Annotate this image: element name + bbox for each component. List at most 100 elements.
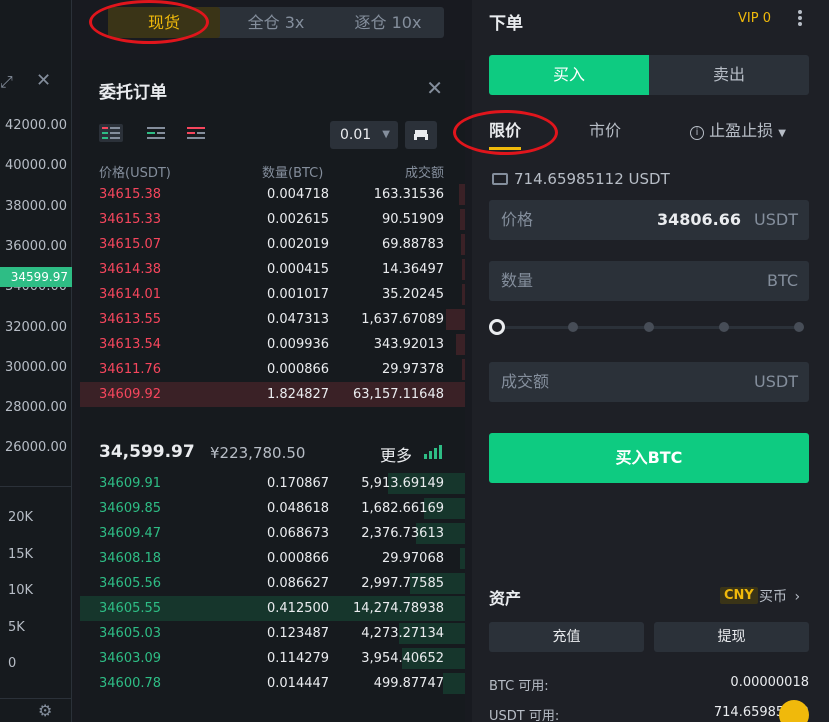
ask-total: 29.97378: [381, 362, 444, 377]
more-vertical-icon[interactable]: [797, 8, 803, 30]
help-bubble-icon[interactable]: [779, 700, 809, 722]
ask-row[interactable]: 34615.33 0.002615 90.51909: [80, 207, 465, 232]
view-asks-icon[interactable]: [184, 124, 208, 142]
bid-price: 34605.55: [99, 601, 162, 616]
ask-amount: 0.047313: [267, 312, 330, 327]
ask-total: 35.20245: [381, 287, 444, 302]
tick-size-value: 0.01: [340, 127, 372, 143]
ask-row[interactable]: 34614.01 0.001017 35.20245: [80, 282, 465, 307]
bid-row[interactable]: 34608.18 0.000866 29.97068: [80, 546, 465, 571]
view-both-icon[interactable]: [99, 124, 123, 142]
ask-amount: 0.000866: [267, 362, 330, 377]
slider-handle[interactable]: [489, 319, 505, 335]
ask-row[interactable]: 34611.76 0.000866 29.97378: [80, 357, 465, 382]
ask-amount: 0.002019: [267, 237, 330, 252]
more-link[interactable]: 更多: [380, 442, 412, 466]
depth-bar: [462, 259, 465, 280]
ask-price: 34613.55: [99, 312, 162, 327]
price-field[interactable]: 价格 34806.66 USDT: [489, 200, 809, 240]
slider-step-75[interactable]: [719, 322, 729, 332]
slider-step-25[interactable]: [568, 322, 578, 332]
price-tick: 30000.00: [4, 359, 67, 375]
depth-bar: [445, 309, 465, 330]
bid-row[interactable]: 34609.47 0.068673 2,376.73613: [80, 521, 465, 546]
tab-cross-margin[interactable]: 全仓 3x: [220, 7, 332, 38]
expand-icon[interactable]: ⤢: [0, 72, 13, 92]
bid-row[interactable]: 34609.85 0.048618 1,682.66169: [80, 496, 465, 521]
view-bids-icon[interactable]: [144, 124, 168, 142]
depth-bar: [460, 209, 465, 230]
bid-price: 34609.91: [99, 476, 162, 491]
deposit-button[interactable]: 充值: [489, 622, 644, 652]
price-unit: USDT: [754, 210, 798, 229]
ask-row[interactable]: 34613.55 0.047313 1,637.67089: [80, 307, 465, 332]
layout-button[interactable]: [405, 121, 437, 149]
bid-amount: 0.086627: [267, 576, 330, 591]
close-icon[interactable]: ✕: [426, 76, 443, 100]
total-label: 成交额: [501, 372, 550, 391]
bid-row[interactable]: 34605.03 0.123487 4,273.27134: [80, 621, 465, 646]
slider-step-100[interactable]: [794, 322, 804, 332]
ask-amount: 0.004718: [267, 187, 330, 202]
ask-price: 34611.76: [99, 362, 162, 377]
order-type-stop-label: 止盈止损: [709, 121, 774, 140]
bid-row[interactable]: 34603.09 0.114279 3,954.40652: [80, 646, 465, 671]
ask-total: 1,637.67089: [361, 312, 444, 327]
current-price-tag: 34599.97: [0, 267, 72, 287]
buy-coin-link[interactable]: 买币 ›: [759, 586, 800, 606]
ask-total: 343.92013: [373, 337, 444, 352]
price-chart-strip[interactable]: ⤢ ✕ 42000.0040000.0038000.0036000.003400…: [0, 0, 72, 722]
withdraw-button[interactable]: 提现: [654, 622, 809, 652]
bid-row[interactable]: 34609.91 0.170867 5,913.69149: [80, 471, 465, 496]
ask-price: 34613.54: [99, 337, 162, 352]
ask-price: 34614.38: [99, 262, 162, 277]
bid-row[interactable]: 34605.55 0.412500 14,274.78938: [80, 596, 465, 621]
bid-amount: 0.014447: [267, 676, 330, 691]
vip-badge[interactable]: VIP 0: [738, 11, 771, 26]
tick-size-select[interactable]: 0.01 ▼: [330, 121, 398, 149]
tab-buy[interactable]: 买入: [489, 55, 649, 95]
bid-amount: 0.123487: [267, 626, 330, 641]
tab-isolated-margin[interactable]: 逐仓 10x: [332, 7, 444, 38]
total-unit: USDT: [754, 372, 798, 391]
btc-balance-row: BTC 可用: 0.00000018: [489, 675, 809, 694]
volume-tick: 20K: [8, 510, 34, 525]
bid-price: 34608.18: [99, 551, 162, 566]
total-field[interactable]: 成交额 USDT: [489, 362, 809, 402]
bid-price: 34609.47: [99, 526, 162, 541]
bid-amount: 0.068673: [267, 526, 330, 541]
volume-tick: 15K: [8, 546, 34, 562]
bid-row[interactable]: 34600.78 0.014447 499.87747: [80, 671, 465, 696]
tab-spot[interactable]: 现货: [108, 7, 220, 38]
bid-price: 34600.78: [99, 676, 162, 691]
tab-sell[interactable]: 卖出: [649, 55, 809, 95]
bid-price: 34605.56: [99, 576, 162, 591]
ask-row[interactable]: 34609.92 1.824827 63,157.11648: [80, 382, 465, 407]
bid-price: 34609.85: [99, 501, 162, 516]
amount-label: 数量: [501, 271, 534, 290]
amount-field[interactable]: 数量 BTC: [489, 261, 809, 301]
bid-total: 3,954.40652: [361, 651, 444, 666]
ask-price: 34615.07: [99, 237, 162, 252]
gear-icon[interactable]: ⚙: [38, 701, 52, 720]
ask-row[interactable]: 34615.07 0.002019 69.88783: [80, 232, 465, 257]
buy-btc-button[interactable]: 买入BTC: [489, 433, 809, 483]
slider-step-50[interactable]: [644, 322, 654, 332]
order-type-stop[interactable]: i 止盈止损 ▼: [690, 117, 786, 141]
bid-row[interactable]: 34605.56 0.086627 2,997.77585: [80, 571, 465, 596]
close-chart-icon[interactable]: ✕: [36, 70, 51, 91]
ask-row[interactable]: 34614.38 0.000415 14.36497: [80, 257, 465, 282]
ask-row[interactable]: 34613.54 0.009936 343.92013: [80, 332, 465, 357]
ask-amount: 1.824827: [267, 387, 330, 402]
ask-row[interactable]: 34615.38 0.004718 163.31536: [80, 182, 465, 207]
order-type-market[interactable]: 市价: [589, 117, 621, 141]
usdt-balance-row: USDT 可用: 714.65985112: [489, 705, 809, 722]
bid-price: 34605.03: [99, 626, 162, 641]
last-price-cny: ¥223,780.50: [210, 444, 306, 462]
btc-balance-label: BTC 可用:: [489, 679, 549, 694]
amount-slider[interactable]: [489, 317, 809, 337]
info-icon: i: [690, 126, 704, 140]
cny-badge[interactable]: CNY: [720, 587, 758, 604]
buy-coin-label: 买币: [759, 589, 787, 605]
order-type-limit[interactable]: 限价: [489, 117, 522, 150]
